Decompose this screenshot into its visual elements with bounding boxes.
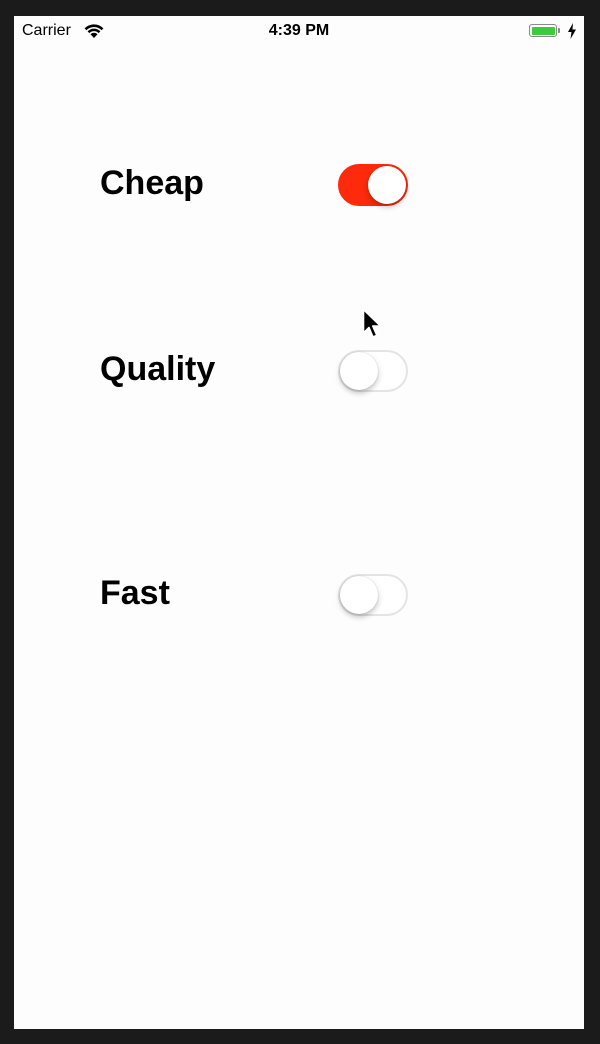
toggle-knob	[340, 576, 378, 614]
battery-level	[531, 26, 555, 35]
toggle-knob	[368, 166, 406, 204]
status-bar: Carrier 4:39 PM	[14, 16, 584, 46]
battery-terminal	[558, 28, 560, 33]
battery-icon	[529, 24, 557, 37]
cheap-toggle[interactable]	[338, 164, 408, 206]
fast-label: Fast	[100, 574, 170, 612]
mouse-pointer-icon	[362, 308, 382, 338]
quality-label: Quality	[100, 350, 216, 388]
charging-bolt-icon	[568, 23, 576, 39]
quality-toggle[interactable]	[338, 350, 408, 392]
phone-screen: Carrier 4:39 PM Cheap Quality Fast	[14, 16, 584, 1029]
clock: 4:39 PM	[268, 22, 330, 39]
fast-toggle[interactable]	[338, 574, 408, 616]
cheap-label: Cheap	[100, 164, 204, 202]
toggle-knob	[340, 352, 378, 390]
